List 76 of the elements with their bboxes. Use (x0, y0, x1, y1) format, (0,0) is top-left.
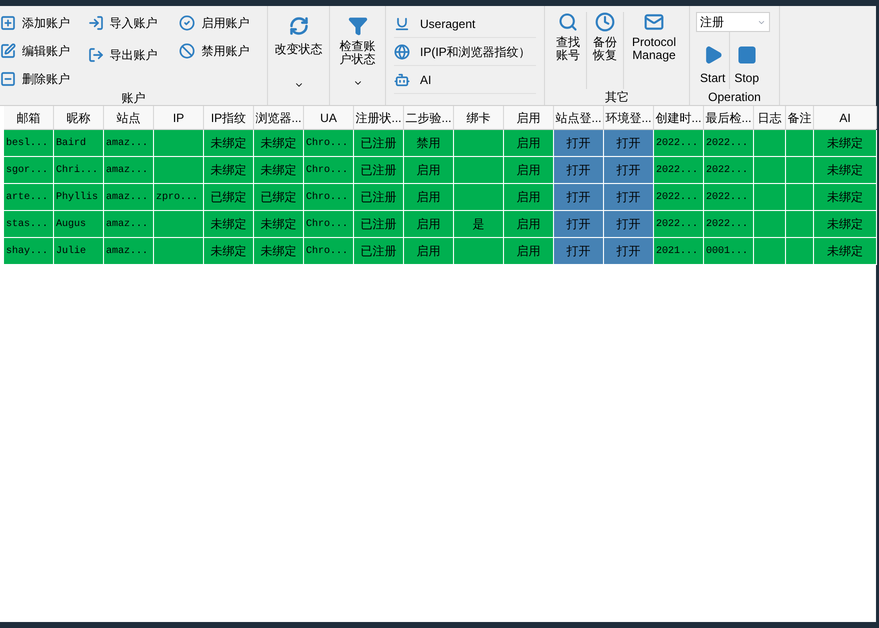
check-circle-icon (179, 15, 196, 31)
change-status-button[interactable]: 改变状态 (268, 6, 330, 105)
table-cell: 启用 (404, 238, 454, 265)
table-cell: 0001... (704, 238, 754, 265)
table-cell: 未绑定 (204, 238, 254, 265)
open-button[interactable]: 打开 (554, 211, 604, 238)
column-header[interactable]: 创建时... (654, 106, 704, 129)
group-label: 账户 (120, 90, 146, 106)
toolbar-button[interactable]: Stop (729, 32, 764, 89)
column-header[interactable]: UA (304, 106, 354, 129)
column-header[interactable]: 备注 (786, 106, 814, 129)
clock-icon (595, 12, 615, 32)
toolbar-button[interactable]: IP(IP和浏览器指纹） (394, 38, 536, 66)
underline-icon (394, 16, 410, 32)
column-header[interactable]: 二步验... (404, 106, 454, 129)
table-cell: Julie (54, 238, 104, 265)
ban-icon (179, 43, 196, 59)
column-header[interactable]: 启用 (504, 106, 554, 129)
open-button[interactable]: 打开 (604, 130, 654, 157)
column-header[interactable]: IP (154, 106, 204, 129)
mail-icon (644, 12, 664, 32)
toolbar-button[interactable]: 禁用账户 (179, 40, 267, 62)
globe-icon (394, 44, 410, 60)
column-header[interactable]: 绑卡 (454, 106, 504, 129)
column-header[interactable]: 最后检... (704, 106, 754, 129)
column-header[interactable]: 日志 (754, 106, 786, 129)
import-icon (88, 15, 104, 31)
export-icon (88, 47, 104, 63)
open-button[interactable]: 打开 (604, 211, 654, 238)
open-button[interactable]: 打开 (554, 238, 604, 265)
mode-select[interactable]: 注册 (696, 12, 770, 32)
toolbar-button[interactable]: 备份恢复 (586, 12, 623, 89)
column-header[interactable]: 注册状... (354, 106, 404, 129)
table-cell: shay... (4, 238, 54, 265)
toolbar-button[interactable]: 导入账户 (88, 12, 180, 34)
open-button[interactable]: 打开 (554, 157, 604, 184)
refresh-icon (288, 16, 308, 36)
edit-icon (0, 43, 16, 59)
open-button[interactable]: 打开 (554, 184, 604, 211)
column-header[interactable]: AI (814, 106, 877, 129)
stop-icon (736, 45, 757, 65)
column-header[interactable]: IP指纹 (204, 106, 254, 129)
group-label: Operation (707, 89, 762, 105)
check-status-button[interactable]: 检查账户状态 (330, 6, 386, 105)
open-button[interactable]: 打开 (554, 130, 604, 157)
table-cell: Chro... (304, 238, 354, 265)
search-icon (558, 12, 578, 32)
minus-square-icon (0, 71, 16, 87)
column-header[interactable]: 站点登... (554, 106, 604, 129)
column-header[interactable]: 浏览器... (254, 106, 304, 129)
plus-square-icon (0, 15, 16, 31)
toolbar-button[interactable]: 编辑账户 (0, 40, 88, 62)
open-button[interactable]: 打开 (604, 238, 654, 265)
toolbar-button[interactable]: 添加账户 (0, 12, 88, 34)
table-cell: 已注册 (354, 238, 404, 265)
open-button[interactable]: 打开 (604, 184, 654, 211)
open-button[interactable]: 打开 (604, 157, 654, 184)
toolbar-button[interactable]: 导出账户 (88, 44, 180, 66)
table-cell: amaz... (104, 238, 154, 265)
table-cell: 未绑定 (814, 238, 877, 265)
toolbar-button[interactable]: Useragent (394, 10, 536, 38)
column-header[interactable]: 环境登... (604, 106, 654, 129)
group-label: 其它 (604, 89, 630, 105)
robot-icon (394, 72, 410, 88)
toolbar-button[interactable]: AI (394, 66, 536, 94)
column-header[interactable]: 邮箱 (4, 106, 54, 129)
table-cell: 未绑定 (254, 238, 304, 265)
toolbar-button[interactable]: 删除账户 (0, 68, 88, 90)
filter-icon (348, 16, 368, 36)
table-cell: 2021... (654, 238, 704, 265)
column-header[interactable]: 昵称 (54, 106, 104, 129)
toolbar-button[interactable]: Protocol Manage (623, 12, 684, 89)
toolbar-button[interactable]: 启用账户 (179, 12, 267, 34)
toolbar-button[interactable]: 查找账号 (550, 12, 586, 89)
column-header[interactable]: 站点 (104, 106, 154, 129)
toolbar-button[interactable]: Start (696, 32, 730, 89)
